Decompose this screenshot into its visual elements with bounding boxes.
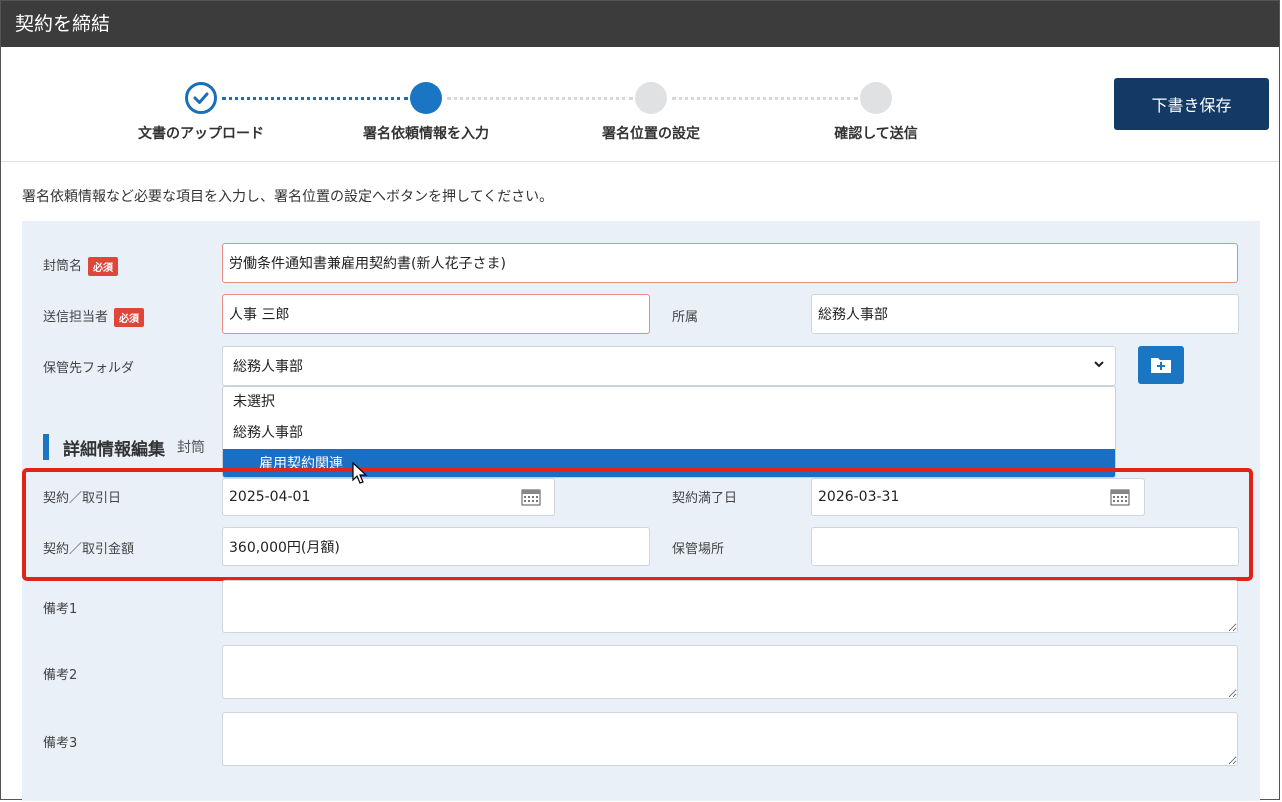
note3-label: 備考3 bbox=[43, 736, 78, 751]
step-done-check-icon bbox=[185, 82, 217, 114]
instruction-text: 署名依頼情報など必要な項目を入力し、署名位置の設定へボタンを押してください。 bbox=[22, 189, 554, 205]
step-active-indicator bbox=[410, 82, 442, 114]
details-section-header: 詳細情報編集 封筒 bbox=[43, 434, 205, 460]
step-label-request-info: 署名依頼情報を入力 bbox=[363, 126, 489, 142]
folder-option-unselected[interactable]: 未選択 bbox=[223, 387, 1115, 417]
section-accent-bar bbox=[43, 434, 49, 460]
envelope-name-label-text: 封筒名 bbox=[43, 259, 83, 274]
window-title: 契約を締結 bbox=[1, 1, 1279, 47]
step-connector-3 bbox=[672, 97, 858, 100]
note2-label: 備考2 bbox=[43, 668, 78, 683]
envelope-name-value: 労働条件通知書兼雇用契約書(新人花子さま) bbox=[229, 256, 506, 272]
step-connector-1 bbox=[222, 97, 408, 100]
details-section-title: 詳細情報編集 bbox=[63, 439, 165, 460]
step-label-signature-position: 署名位置の設定 bbox=[602, 126, 700, 142]
sender-label: 送信担当者 必須 bbox=[43, 306, 145, 327]
details-section-subtitle: 封筒 bbox=[177, 440, 205, 456]
step-label-upload: 文書のアップロード bbox=[138, 126, 264, 142]
sender-value: 人事 三郎 bbox=[229, 307, 290, 323]
step-label-confirm-send: 確認して送信 bbox=[834, 126, 918, 142]
sender-input[interactable]: 人事 三郎 bbox=[222, 294, 650, 334]
highlight-box bbox=[22, 468, 1253, 581]
folder-selected-value: 総務人事部 bbox=[233, 359, 303, 375]
step-pending-indicator bbox=[860, 82, 892, 114]
note3-textarea[interactable] bbox=[222, 712, 1238, 766]
department-value: 総務人事部 bbox=[818, 307, 888, 323]
required-badge: 必須 bbox=[88, 257, 119, 276]
department-label: 所属 bbox=[672, 310, 699, 325]
required-badge: 必須 bbox=[114, 308, 145, 327]
envelope-name-input[interactable]: 労働条件通知書兼雇用契約書(新人花子さま) bbox=[222, 243, 1238, 283]
note2-textarea[interactable] bbox=[222, 645, 1238, 699]
note1-textarea[interactable] bbox=[222, 580, 1238, 633]
folder-plus-icon bbox=[1151, 358, 1171, 373]
step-pending-indicator bbox=[635, 82, 667, 114]
folder-option-general-hr[interactable]: 総務人事部 bbox=[223, 418, 1115, 448]
department-input[interactable]: 総務人事部 bbox=[811, 294, 1239, 334]
folder-select[interactable]: 総務人事部 bbox=[222, 346, 1116, 386]
envelope-name-label: 封筒名 必須 bbox=[43, 255, 119, 276]
chevron-down-icon bbox=[1094, 361, 1104, 368]
note1-label: 備考1 bbox=[43, 602, 78, 617]
save-draft-button[interactable]: 下書き保存 bbox=[1114, 78, 1269, 130]
step-connector-2 bbox=[447, 97, 633, 100]
add-folder-button[interactable] bbox=[1138, 346, 1184, 384]
folder-label: 保管先フォルダ bbox=[43, 361, 135, 376]
mouse-pointer-icon bbox=[352, 462, 368, 484]
sender-label-text: 送信担当者 bbox=[43, 310, 109, 325]
